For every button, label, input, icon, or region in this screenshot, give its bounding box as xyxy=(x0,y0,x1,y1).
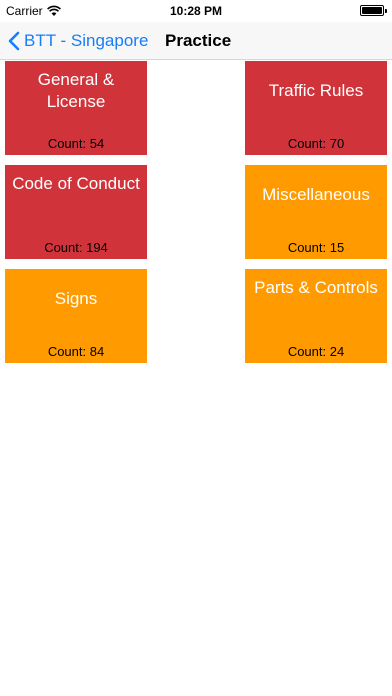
navigation-bar: BTT - Singapore Practice xyxy=(0,22,392,60)
back-button[interactable]: BTT - Singapore xyxy=(8,22,148,60)
tile-title: Traffic Rules xyxy=(268,81,364,100)
tile-count: Count: 24 xyxy=(287,344,345,359)
back-button-label: BTT - Singapore xyxy=(24,31,149,50)
status-bar: Carrier 10:28 PM xyxy=(0,0,392,22)
category-tile-traffic-rules[interactable]: Traffic Rules Count: 70 xyxy=(245,61,387,155)
category-tile-miscellaneous[interactable]: Miscellaneous Count: 15 xyxy=(245,165,387,259)
battery-icon xyxy=(360,5,387,16)
tile-title: Code of Conduct xyxy=(12,174,140,193)
tile-title: Parts & Controls xyxy=(254,278,378,297)
chevron-left-icon xyxy=(8,31,20,51)
category-tile-signs[interactable]: Signs Count: 84 xyxy=(5,269,147,363)
tile-title: Miscellaneous xyxy=(262,185,370,204)
page-title: Practice xyxy=(165,31,232,50)
status-time: 10:28 PM xyxy=(169,4,223,18)
tile-title: Signs xyxy=(54,289,98,308)
tile-count: Count: 15 xyxy=(287,240,345,255)
category-tile-code-of-conduct[interactable]: Code of Conduct Count: 194 xyxy=(5,165,147,259)
tile-count: Count: 54 xyxy=(47,136,105,151)
tile-count: Count: 194 xyxy=(44,240,108,255)
category-tile-general-license[interactable]: General & License Count: 54 xyxy=(5,61,147,155)
category-tile-parts-controls[interactable]: Parts & Controls Count: 24 xyxy=(245,269,387,363)
tile-count: Count: 84 xyxy=(47,344,105,359)
tile-title: General & License xyxy=(37,70,115,111)
tile-count: Count: 70 xyxy=(287,136,345,151)
